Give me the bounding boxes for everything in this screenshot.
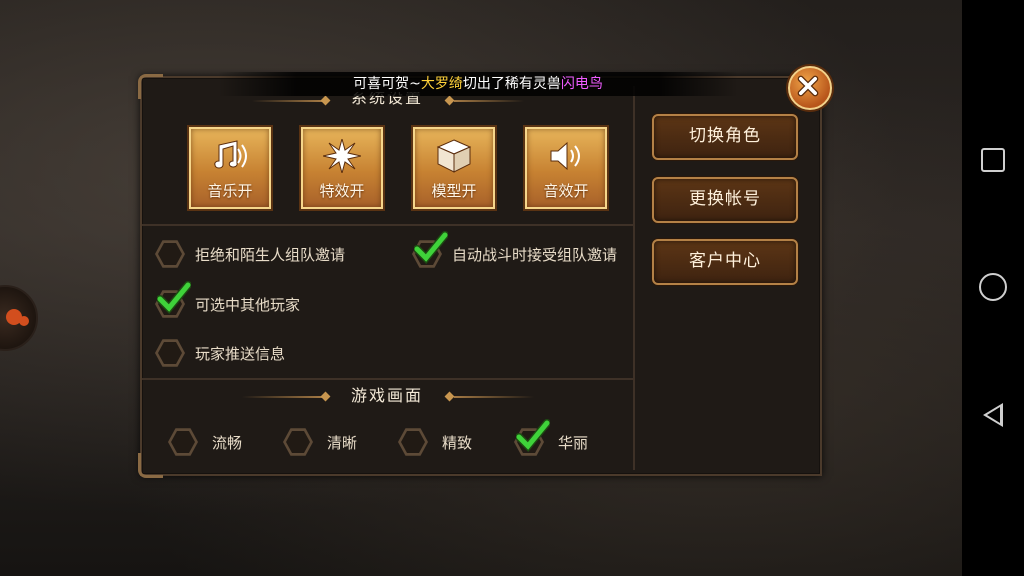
effects-toggle-button[interactable]: 特效开 — [301, 127, 383, 209]
back-icon[interactable] — [979, 401, 1007, 429]
cube-icon — [436, 139, 472, 173]
horizontal-divider — [142, 378, 633, 380]
announcement-pet-name: 闪电鸟 — [560, 76, 603, 92]
graphics-quality-title: 游戏画面 — [350, 386, 423, 405]
horizontal-divider — [142, 224, 633, 226]
panel-corner-ornament — [138, 74, 163, 99]
graphics-option-label: 流畅 — [212, 434, 243, 452]
music-note-icon — [214, 140, 247, 169]
sound-toggle-button[interactable]: 音效开 — [525, 127, 607, 209]
checkbox-hexagon[interactable] — [155, 339, 185, 367]
burst-icon — [323, 139, 361, 173]
option-label: 自动战斗时接受组队邀请 — [452, 246, 618, 264]
close-button[interactable] — [788, 66, 832, 110]
music-toggle-label: 音乐开 — [207, 182, 253, 200]
speaker-icon — [550, 141, 580, 171]
system-announcement: 可喜可贺~大罗绮切出了稀有灵兽闪电鸟 — [218, 72, 738, 96]
model-toggle-label: 模型开 — [431, 182, 477, 200]
announcement-player-name: 大罗绮 — [420, 76, 463, 92]
effects-toggle-label: 特效开 — [319, 182, 365, 200]
checkmark-icon — [157, 281, 191, 314]
close-icon — [797, 75, 819, 97]
title-ornament — [320, 391, 331, 402]
settings-panel: 系统设置 音乐开 特效开 模型开 音效开 拒绝和陌生人组队邀请 自动战斗时接受组… — [138, 74, 822, 478]
panel-corner-ornament — [138, 453, 163, 478]
switch-character-button[interactable]: 切换角色 — [652, 114, 798, 160]
title-ornament — [242, 396, 322, 398]
checkmark-icon — [414, 231, 448, 264]
announcement-middle: 切出了稀有灵兽 — [462, 76, 561, 92]
radio-hexagon[interactable] — [398, 428, 428, 456]
title-ornament — [454, 100, 524, 102]
graphics-option-label: 清晰 — [327, 434, 358, 452]
change-account-button[interactable]: 更换帐号 — [652, 177, 798, 223]
sound-toggle-label: 音效开 — [543, 182, 589, 200]
title-ornament — [454, 396, 534, 398]
floating-assistant-icon[interactable] — [0, 285, 38, 351]
model-toggle-button[interactable]: 模型开 — [413, 127, 495, 209]
vertical-divider — [633, 86, 635, 470]
radio-hexagon[interactable] — [283, 428, 313, 456]
graphics-option-label: 华丽 — [558, 434, 589, 452]
checkmark-icon — [516, 419, 550, 452]
option-label: 玩家推送信息 — [195, 345, 286, 363]
navigation-bar — [962, 0, 1024, 576]
recent-apps-icon[interactable] — [979, 146, 1007, 174]
radio-hexagon[interactable] — [168, 428, 198, 456]
customer-center-button[interactable]: 客户中心 — [652, 239, 798, 285]
checkbox-hexagon[interactable] — [155, 240, 185, 268]
title-ornament — [444, 95, 455, 106]
title-ornament — [252, 100, 322, 102]
title-ornament — [444, 391, 455, 402]
title-ornament — [320, 95, 331, 106]
graphics-option-label: 精致 — [442, 434, 473, 452]
announcement-prefix: 可喜可贺~ — [353, 76, 421, 92]
home-icon[interactable] — [979, 273, 1007, 301]
option-label: 拒绝和陌生人组队邀请 — [195, 246, 346, 264]
music-toggle-button[interactable]: 音乐开 — [189, 127, 271, 209]
option-label: 可选中其他玩家 — [195, 296, 301, 314]
